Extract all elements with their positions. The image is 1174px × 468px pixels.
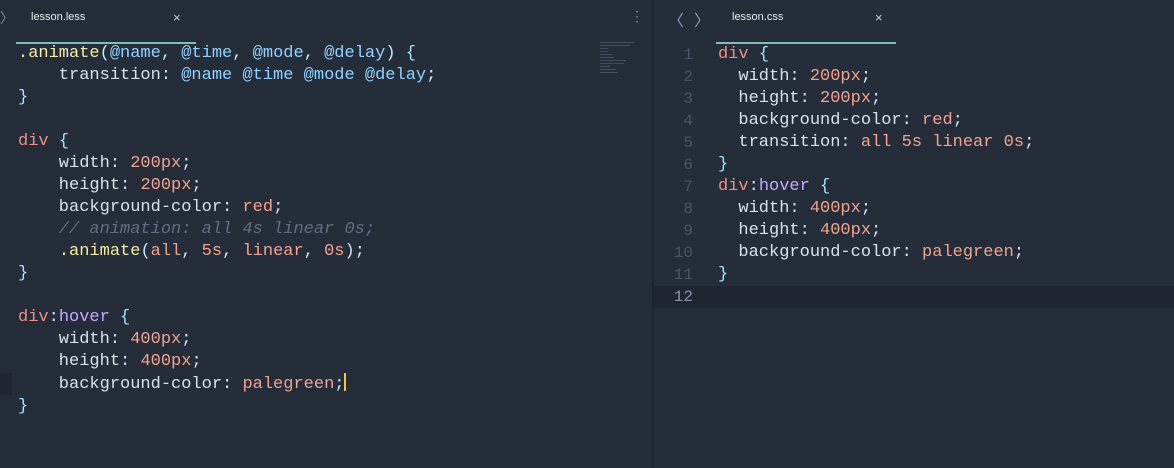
code-line: } xyxy=(718,155,729,174)
code-line: // animation: all 4s linear 0s; xyxy=(18,220,376,239)
line-number: 8 xyxy=(683,200,693,218)
current-line-highlight xyxy=(654,286,1174,308)
line-number: 12 xyxy=(673,288,693,306)
code-line: height: 200px; xyxy=(18,176,202,195)
kebab-menu-icon[interactable]: ⋮ xyxy=(630,8,644,25)
code-line: } xyxy=(718,265,729,284)
tab-title: lesson.css xyxy=(732,11,784,23)
close-icon[interactable]: × xyxy=(875,10,883,25)
pane-toggle-chevron-icon[interactable]: 〉 xyxy=(0,8,14,28)
code-line: height: 400px; xyxy=(718,221,882,240)
line-number: 11 xyxy=(673,266,693,284)
line-number: 2 xyxy=(683,68,693,86)
line-number-gutter: 1 2 3 4 5 6 7 8 9 10 11 12 xyxy=(654,44,712,308)
forward-arrow-icon[interactable]: 〉 xyxy=(694,7,710,31)
code-line: background-color: red; xyxy=(718,111,963,130)
code-line: } xyxy=(18,397,29,416)
line-number: 5 xyxy=(683,134,693,152)
code-line: div { xyxy=(18,132,70,151)
line-number: 10 xyxy=(673,244,693,262)
code-line: } xyxy=(18,264,29,283)
line-number: 3 xyxy=(683,90,693,108)
close-icon[interactable]: × xyxy=(173,10,181,25)
code-line: div:hover { xyxy=(718,177,831,196)
tab-lesson-less[interactable]: lesson.less × xyxy=(16,0,196,44)
right-editor-pane[interactable]: 〈 〉 lesson.css × 1 2 3 4 5 6 7 8 9 10 11… xyxy=(654,0,1174,468)
line-number: 6 xyxy=(683,156,693,174)
right-code-text[interactable]: div { width: 200px; height: 200px; backg… xyxy=(718,44,1034,286)
code-line: div:hover { xyxy=(18,308,131,327)
right-tabbar: 〈 〉 lesson.css × xyxy=(654,0,1174,44)
tab-lesson-css[interactable]: lesson.css × xyxy=(716,0,896,44)
code-line: height: 200px; xyxy=(718,89,882,108)
current-line-marker xyxy=(0,373,12,395)
code-line: } xyxy=(18,88,29,107)
code-line: div { xyxy=(718,45,770,64)
code-line: transition: all 5s linear 0s; xyxy=(718,133,1035,152)
code-line: .animate(all, 5s, linear, 0s); xyxy=(58,242,365,261)
line-number: 1 xyxy=(683,46,693,64)
code-line: width: 200px; xyxy=(18,154,192,173)
left-editor-pane[interactable]: 〉 lesson.less × ⋮ .animate(@name, @time,… xyxy=(0,0,652,468)
code-line: background-color: red; xyxy=(18,198,284,217)
line-number: 4 xyxy=(683,112,693,130)
text-cursor xyxy=(344,373,347,391)
code-line: width: 400px; xyxy=(718,199,872,218)
code-line: width: 200px; xyxy=(718,67,872,86)
left-tabbar: 〉 lesson.less × ⋮ xyxy=(0,0,652,44)
code-line: transition: @name @time @mode @delay; xyxy=(18,66,437,85)
code-line: background-color: palegreen; xyxy=(718,243,1025,262)
code-line: width: 400px; xyxy=(18,330,192,349)
line-number: 9 xyxy=(683,222,693,240)
line-number: 7 xyxy=(683,178,693,196)
code-line: .animate(@name, @time, @mode, @delay) { xyxy=(18,44,416,63)
left-code-text[interactable]: .animate(@name, @time, @mode, @delay) { … xyxy=(18,43,436,418)
minimap[interactable] xyxy=(600,42,642,78)
code-line: height: 400px; xyxy=(18,352,202,371)
back-arrow-icon[interactable]: 〈 xyxy=(668,7,684,31)
code-line: background-color: palegreen; xyxy=(18,373,347,394)
tab-title: lesson.less xyxy=(31,11,86,23)
